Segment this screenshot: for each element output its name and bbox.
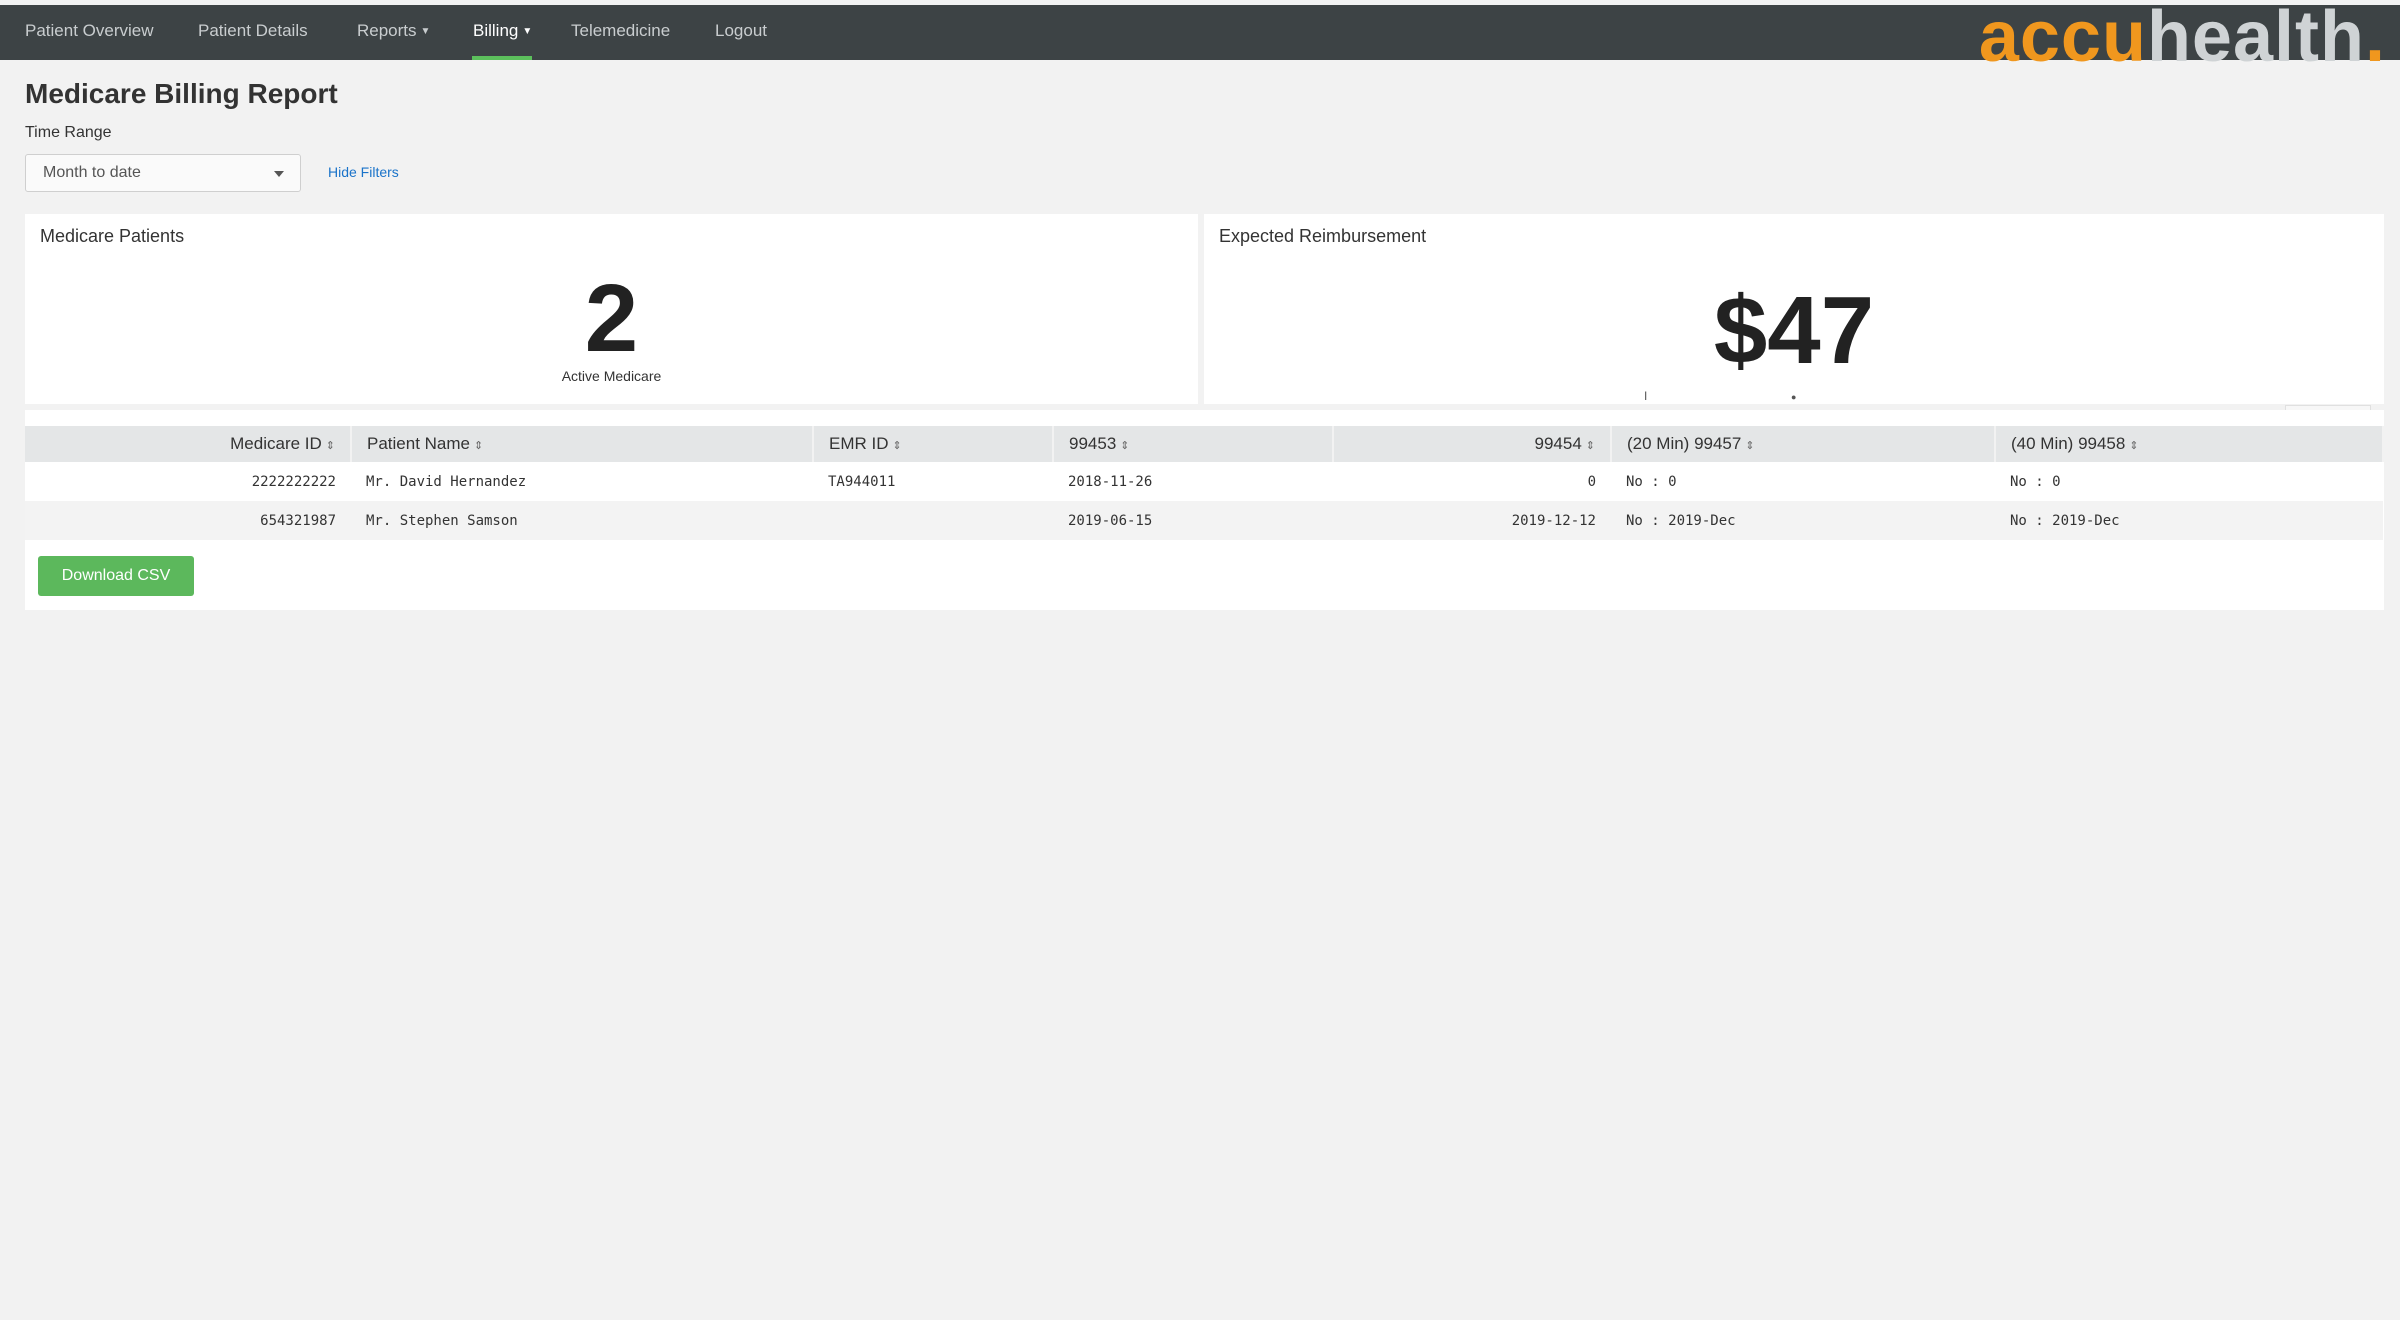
- medicare-patients-panel: Medicare Patients 2 Active Medicare: [25, 214, 1198, 404]
- dot-icon: ●: [1791, 392, 1797, 402]
- nav-patient-details[interactable]: Patient Details: [198, 5, 308, 60]
- table-row[interactable]: 2222222222 Mr. David Hernandez TA944011 …: [25, 462, 2383, 501]
- nav-billing[interactable]: Billing ▼: [473, 5, 532, 60]
- table-header-row: Medicare ID ⇕ Patient Name ⇕ EMR ID ⇕ 99453…: [25, 426, 2384, 462]
- cell-99457: No : 2019-Dec: [1611, 501, 1995, 540]
- panel-title: Medicare Patients: [40, 226, 185, 246]
- nav-logout[interactable]: Logout: [715, 5, 767, 60]
- cell-99457: No : 0: [1626, 473, 1677, 490]
- cell-medicare-id: 654321987: [25, 501, 351, 540]
- table-row[interactable]: 654321987 Mr. Stephen Samson 2019-06-15 …: [25, 501, 2383, 540]
- cursor-icon: I: [1644, 389, 1648, 403]
- active-tab-indicator: [472, 56, 532, 60]
- billing-table-panel: Medicare ID ⇕ Patient Name ⇕ EMR ID ⇕ 99453…: [25, 410, 2384, 610]
- column-header-99458[interactable]: (40 Min) 99458 ⇕: [1995, 426, 2384, 462]
- time-range-value: Month to date: [43, 164, 141, 181]
- nav-telemedicine[interactable]: Telemedicine: [571, 5, 670, 60]
- sort-icon: ⇕: [1585, 440, 1595, 452]
- cell-99454: 0: [1587, 473, 1596, 490]
- cell-99453: 2019-06-15: [1053, 501, 1333, 540]
- cell-99458: No : 0: [2010, 473, 2061, 490]
- sort-icon: ⇕: [1745, 440, 1755, 452]
- column-header-99454[interactable]: 99454 ⇕: [1333, 426, 1612, 462]
- column-header-99457[interactable]: (20 Min) 99457 ⇕: [1611, 426, 1996, 462]
- column-header-99453[interactable]: 99453 ⇕: [1053, 426, 1334, 462]
- caret-down-icon: ▼: [522, 26, 533, 37]
- page-title: Medicare Billing Report: [25, 78, 338, 109]
- top-nav-bar: Patient Overview Patient Details Reports…: [0, 0, 2400, 63]
- billing-table: Medicare ID ⇕ Patient Name ⇕ EMR ID ⇕ 99453…: [25, 426, 2384, 540]
- cell-99453: 2018-11-26: [1068, 473, 1153, 490]
- sort-icon: ⇕: [2129, 440, 2139, 452]
- sort-icon: ⇕: [474, 440, 484, 452]
- cell-patient-name: Mr. Stephen Samson: [351, 501, 813, 540]
- sort-icon: ⇕: [892, 440, 902, 452]
- panel-title: Expected Reimbursement: [1219, 226, 1427, 246]
- nav-reports[interactable]: Reports ▼: [357, 5, 430, 60]
- nav-reports-label: Reports: [357, 21, 417, 40]
- sort-icon: ⇕: [325, 440, 335, 452]
- cell-emr-id: TA944011: [828, 473, 896, 490]
- column-header-medicare-id[interactable]: Medicare ID ⇕: [25, 426, 352, 462]
- dropdown-arrow-icon: [274, 171, 284, 177]
- reimbursement-amount: $47: [1713, 277, 1875, 384]
- time-range-label: Time Range: [25, 124, 112, 141]
- cell-patient-name: Mr. David Hernandez: [366, 473, 527, 490]
- nav-billing-label: Billing: [473, 21, 519, 40]
- column-header-emr-id[interactable]: EMR ID ⇕: [813, 426, 1054, 462]
- cell-99458: No : 2019-Dec: [1995, 501, 2383, 540]
- caret-down-icon: ▼: [420, 26, 431, 37]
- cell-emr-id: [813, 501, 1053, 540]
- nav-patient-overview[interactable]: Patient Overview: [25, 5, 154, 60]
- sort-icon: ⇕: [1120, 440, 1130, 452]
- accuhealth-logo: accuhealth.: [1978, 0, 2386, 63]
- hide-filters-link[interactable]: Hide Filters: [328, 164, 399, 180]
- medicare-patients-count: 2: [584, 265, 639, 372]
- cell-99454: 2019-12-12: [1333, 501, 1611, 540]
- panel-subtitle: Active Medicare: [561, 368, 662, 384]
- expected-reimbursement-panel: Expected Reimbursement $47 I ●: [1204, 214, 2384, 404]
- download-csv-button[interactable]: Download CSV: [38, 556, 194, 596]
- time-range-select[interactable]: Month to date: [25, 154, 301, 192]
- cell-medicare-id: 2222222222: [251, 473, 336, 490]
- column-header-patient-name[interactable]: Patient Name ⇕: [351, 426, 814, 462]
